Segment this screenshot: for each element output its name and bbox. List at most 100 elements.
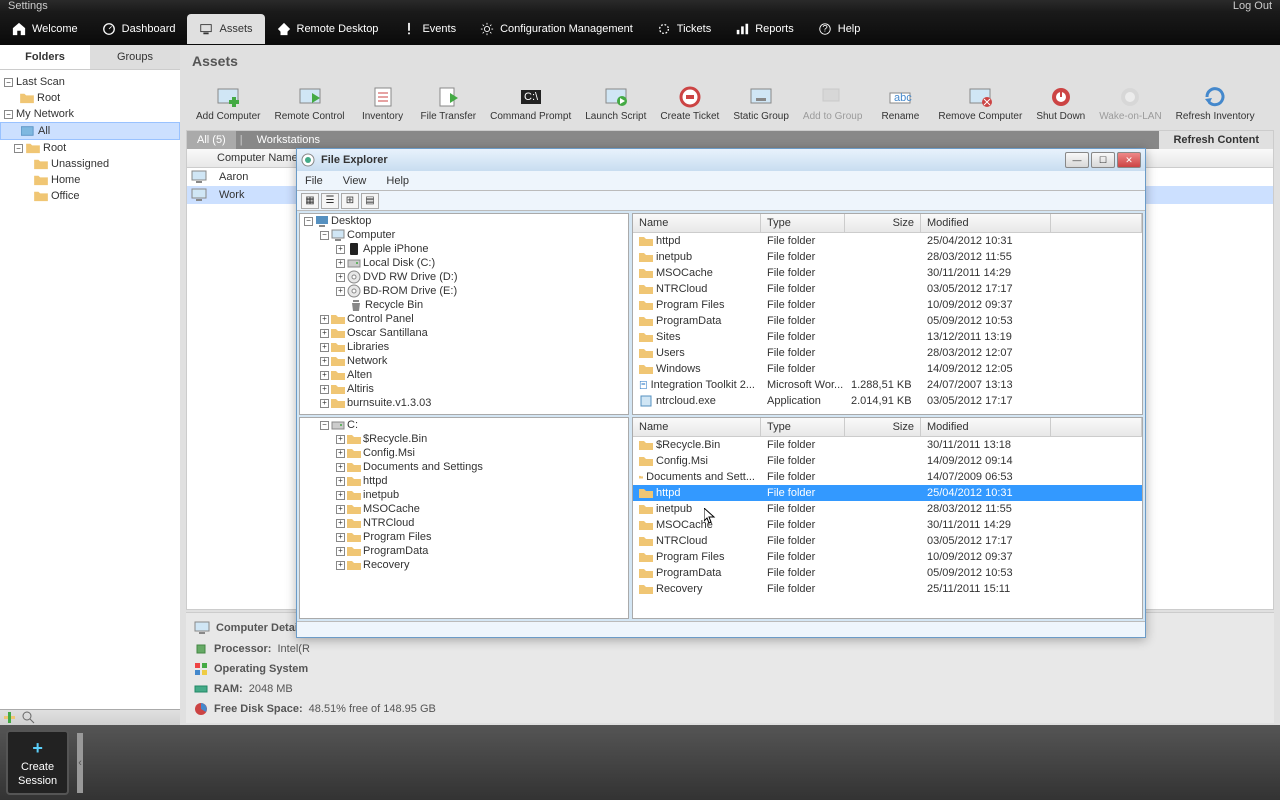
tree-all[interactable]: All: [0, 122, 180, 140]
expand-toggle[interactable]: +: [336, 561, 345, 570]
fe-tree-node[interactable]: +MSOCache: [300, 502, 628, 516]
expand-toggle[interactable]: +: [336, 287, 345, 296]
list-tab-all[interactable]: All (5): [187, 131, 236, 149]
fe-tree-node[interactable]: +Documents and Settings: [300, 460, 628, 474]
fe-col-type[interactable]: Type: [761, 214, 845, 232]
fe-file-row[interactable]: Documents and Sett...File folder14/07/20…: [633, 469, 1142, 485]
session-collapse[interactable]: [77, 733, 83, 793]
fe-file-row[interactable]: inetpubFile folder28/03/2012 11:55: [633, 501, 1142, 517]
tree-mynetwork[interactable]: −My Network: [0, 106, 180, 122]
nav-assets[interactable]: Assets: [187, 14, 264, 44]
tool-refreshinv[interactable]: Refresh Inventory: [1170, 81, 1261, 126]
tool-rename[interactable]: abcRename: [870, 81, 930, 126]
tree-home[interactable]: Home: [0, 172, 180, 188]
fe-tree-node[interactable]: +httpd: [300, 474, 628, 488]
logout-link[interactable]: Log Out: [1233, 0, 1272, 12]
fe-tree-node[interactable]: +Program Files: [300, 530, 628, 544]
fe-tree-top[interactable]: −Desktop−Computer+Apple iPhone+Local Dis…: [299, 213, 629, 415]
fe-tree-node[interactable]: −Desktop: [300, 214, 628, 228]
expand-toggle[interactable]: −: [320, 421, 329, 430]
sidebar-tab-groups[interactable]: Groups: [90, 45, 180, 69]
fe-file-row[interactable]: RecoveryFile folder25/11/2011 15:11: [633, 581, 1142, 597]
nav-reports[interactable]: Reports: [723, 14, 806, 44]
expand-toggle[interactable]: +: [336, 259, 345, 268]
fe-file-row[interactable]: inetpubFile folder28/03/2012 11:55: [633, 249, 1142, 265]
expand-toggle[interactable]: −: [304, 217, 313, 226]
fe-col-type[interactable]: Type: [761, 418, 845, 436]
expand-toggle[interactable]: +: [336, 491, 345, 500]
tool-launchscript[interactable]: Launch Script: [579, 81, 652, 126]
fe-view-icons[interactable]: ▦: [301, 193, 319, 209]
tool-staticgroup[interactable]: Static Group: [727, 81, 795, 126]
fe-file-row[interactable]: MSOCacheFile folder30/11/2011 14:29: [633, 517, 1142, 533]
tool-inventory[interactable]: Inventory: [353, 81, 413, 126]
expand-toggle[interactable]: +: [336, 505, 345, 514]
expand-toggle[interactable]: +: [320, 371, 329, 380]
minimize-button[interactable]: —: [1065, 152, 1089, 168]
fe-col-size[interactable]: Size: [845, 418, 921, 436]
fe-file-row[interactable]: httpdFile folder25/04/2012 10:31: [633, 485, 1142, 501]
fe-col-modified[interactable]: Modified: [921, 214, 1051, 232]
close-button[interactable]: ✕: [1117, 152, 1141, 168]
fe-file-row[interactable]: UsersFile folder28/03/2012 12:07: [633, 345, 1142, 361]
fe-tree-node[interactable]: +$Recycle.Bin: [300, 432, 628, 446]
tree-root2[interactable]: −Root: [0, 140, 180, 156]
fe-menu-help[interactable]: Help: [382, 173, 413, 189]
nav-welcome[interactable]: Welcome: [0, 14, 90, 44]
fe-file-row[interactable]: ProgramDataFile folder05/09/2012 10:53: [633, 313, 1142, 329]
fe-tree-node[interactable]: +BD-ROM Drive (E:): [300, 284, 628, 298]
fe-list-top[interactable]: Name Type Size Modified httpdFile folder…: [632, 213, 1143, 415]
expand-toggle[interactable]: +: [336, 547, 345, 556]
fe-tree-node[interactable]: +burnsuite.v1.3.03: [300, 396, 628, 410]
create-session-button[interactable]: + Create Session: [6, 730, 69, 795]
fe-tree-node[interactable]: Recycle Bin: [300, 298, 628, 312]
fe-file-row[interactable]: MSOCacheFile folder30/11/2011 14:29: [633, 265, 1142, 281]
fe-file-row[interactable]: WindowsFile folder14/09/2012 12:05: [633, 361, 1142, 377]
expand-toggle[interactable]: +: [336, 435, 345, 444]
expand-toggle[interactable]: +: [336, 273, 345, 282]
fe-list-bottom[interactable]: Name Type Size Modified $Recycle.BinFile…: [632, 417, 1143, 619]
tool-remotecontrol[interactable]: Remote Control: [268, 81, 350, 126]
fe-tree-node[interactable]: +Apple iPhone: [300, 242, 628, 256]
fe-tree-node[interactable]: +Libraries: [300, 340, 628, 354]
tool-filetransfer[interactable]: File Transfer: [415, 81, 483, 126]
expand-toggle[interactable]: −: [320, 231, 329, 240]
fe-col-name[interactable]: Name: [633, 214, 761, 232]
fe-file-row[interactable]: httpdFile folder25/04/2012 10:31: [633, 233, 1142, 249]
expand-toggle[interactable]: +: [336, 533, 345, 542]
expand-toggle[interactable]: +: [320, 399, 329, 408]
expand-toggle[interactable]: +: [320, 385, 329, 394]
fe-view-list[interactable]: ☰: [321, 193, 339, 209]
fe-view-details[interactable]: ⊞: [341, 193, 359, 209]
search-icon[interactable]: [22, 711, 36, 725]
tree-office[interactable]: Office: [0, 188, 180, 204]
fe-tree-node[interactable]: +Network: [300, 354, 628, 368]
fe-file-row[interactable]: ProgramDataFile folder05/09/2012 10:53: [633, 565, 1142, 581]
fe-menu-file[interactable]: File: [301, 173, 327, 189]
fe-tree-node[interactable]: +ProgramData: [300, 544, 628, 558]
fe-col-modified[interactable]: Modified: [921, 418, 1051, 436]
nav-config[interactable]: Configuration Management: [468, 14, 645, 44]
fe-file-row[interactable]: NTRCloudFile folder03/05/2012 17:17: [633, 533, 1142, 549]
nav-dashboard[interactable]: Dashboard: [90, 14, 188, 44]
fe-file-row[interactable]: NTRCloudFile folder03/05/2012 17:17: [633, 281, 1142, 297]
list-tab-workstations[interactable]: Workstations: [247, 131, 330, 149]
fe-file-row[interactable]: Integration Toolkit 2...Microsoft Wor...…: [633, 377, 1142, 393]
expand-toggle[interactable]: +: [336, 463, 345, 472]
expand-toggle[interactable]: +: [320, 329, 329, 338]
fe-tree-node[interactable]: +Config.Msi: [300, 446, 628, 460]
fe-file-row[interactable]: Config.MsiFile folder14/09/2012 09:14: [633, 453, 1142, 469]
expand-toggle[interactable]: +: [320, 357, 329, 366]
fe-file-row[interactable]: SitesFile folder13/12/2011 13:19: [633, 329, 1142, 345]
fe-tree-node[interactable]: +NTRCloud: [300, 516, 628, 530]
tree-lastscan[interactable]: −Last Scan: [0, 74, 180, 90]
fe-menu-view[interactable]: View: [339, 173, 371, 189]
sidebar-tab-folders[interactable]: Folders: [0, 45, 90, 69]
fe-col-name[interactable]: Name: [633, 418, 761, 436]
fe-tree-bottom[interactable]: −C:+$Recycle.Bin+Config.Msi+Documents an…: [299, 417, 629, 619]
fe-view-tiles[interactable]: ▤: [361, 193, 379, 209]
add-icon[interactable]: [4, 711, 18, 725]
fe-tree-node[interactable]: +Alten: [300, 368, 628, 382]
tool-addcomputer[interactable]: Add Computer: [190, 81, 266, 126]
fe-tree-node[interactable]: +inetpub: [300, 488, 628, 502]
